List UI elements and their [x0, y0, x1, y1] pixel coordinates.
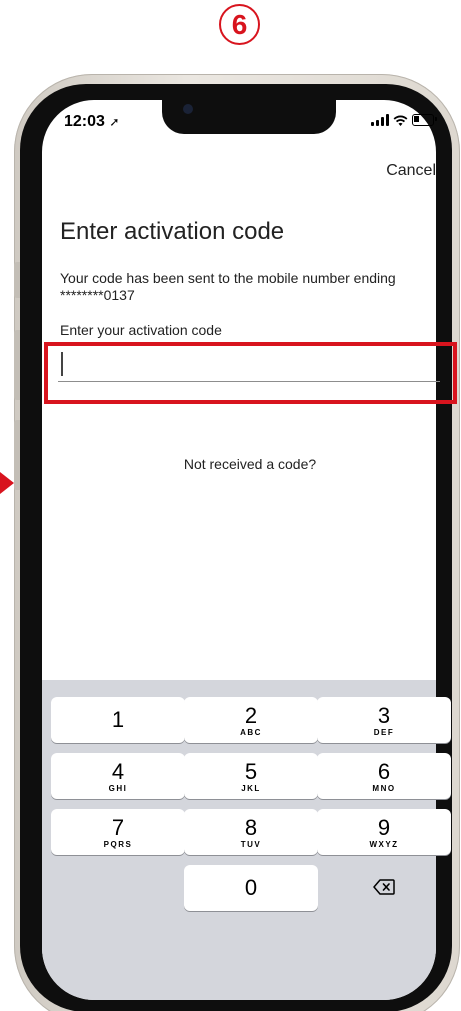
keypad-key-number: 3	[377, 703, 391, 728]
keypad-key-number: 5	[244, 759, 258, 784]
keypad-key-number: 1	[111, 707, 125, 732]
page-title: Enter activation code	[60, 218, 285, 245]
step-number-badge: 6	[219, 4, 260, 45]
not-received-code-link[interactable]: Not received a code?	[0, 456, 461, 472]
keypad-key-3[interactable]: 3 DEF	[317, 697, 451, 743]
keypad-key-letters: ABC	[240, 728, 262, 737]
keypad-key-1[interactable]: 1	[51, 697, 185, 743]
code-sent-message: Your code has been sent to the mobile nu…	[60, 270, 396, 303]
keypad-key-8[interactable]: 8 TUV	[184, 809, 318, 855]
keypad-key-letters: PQRS	[103, 840, 133, 849]
cellular-signal-icon	[371, 114, 389, 126]
keypad-key-2[interactable]: 2 ABC	[184, 697, 318, 743]
keypad-key-number: 7	[111, 815, 125, 840]
cancel-button[interactable]: Cancel	[386, 162, 436, 180]
status-icons	[371, 114, 437, 126]
camera-icon	[183, 104, 193, 114]
keypad-key-letters: GHI	[108, 784, 128, 793]
keypad-key-5[interactable]: 5 JKL	[184, 753, 318, 799]
keypad-key-number: 9	[377, 815, 391, 840]
keypad-key-number: 4	[111, 759, 125, 784]
tutorial-stage: 6 12:03 ➚ Cancel Enter activation code Y…	[0, 0, 461, 1011]
status-time: 12:03 ➚	[64, 113, 119, 131]
keypad-key-letters: MNO	[372, 784, 396, 793]
wifi-icon	[393, 115, 408, 126]
delete-backspace-icon	[373, 879, 395, 895]
location-arrow-icon: ➚	[109, 115, 120, 129]
keypad-key-number: 6	[377, 759, 391, 784]
battery-icon	[412, 114, 437, 126]
keypad-delete-button[interactable]	[317, 865, 451, 911]
keypad-key-number: 2	[244, 703, 258, 728]
keypad-key-letters: DEF	[373, 728, 395, 737]
keypad-key-0[interactable]: 0	[184, 865, 318, 911]
keypad-key-letters: JKL	[241, 784, 261, 793]
keypad-key-number: 0	[244, 875, 258, 900]
keypad-key-4[interactable]: 4 GHI	[51, 753, 185, 799]
keypad-key-7[interactable]: 7 PQRS	[51, 809, 185, 855]
highlight-frame	[44, 342, 457, 404]
status-time-text: 12:03	[64, 113, 105, 130]
keypad-key-9[interactable]: 9 WXYZ	[317, 809, 451, 855]
keypad-key-letters: TUV	[240, 840, 262, 849]
keypad-key-number: 8	[244, 815, 258, 840]
keypad-key-letters: WXYZ	[369, 840, 399, 849]
keypad-key-6[interactable]: 6 MNO	[317, 753, 451, 799]
activation-code-label: Enter your activation code	[60, 322, 222, 338]
pointer-arrow-icon	[0, 472, 14, 494]
